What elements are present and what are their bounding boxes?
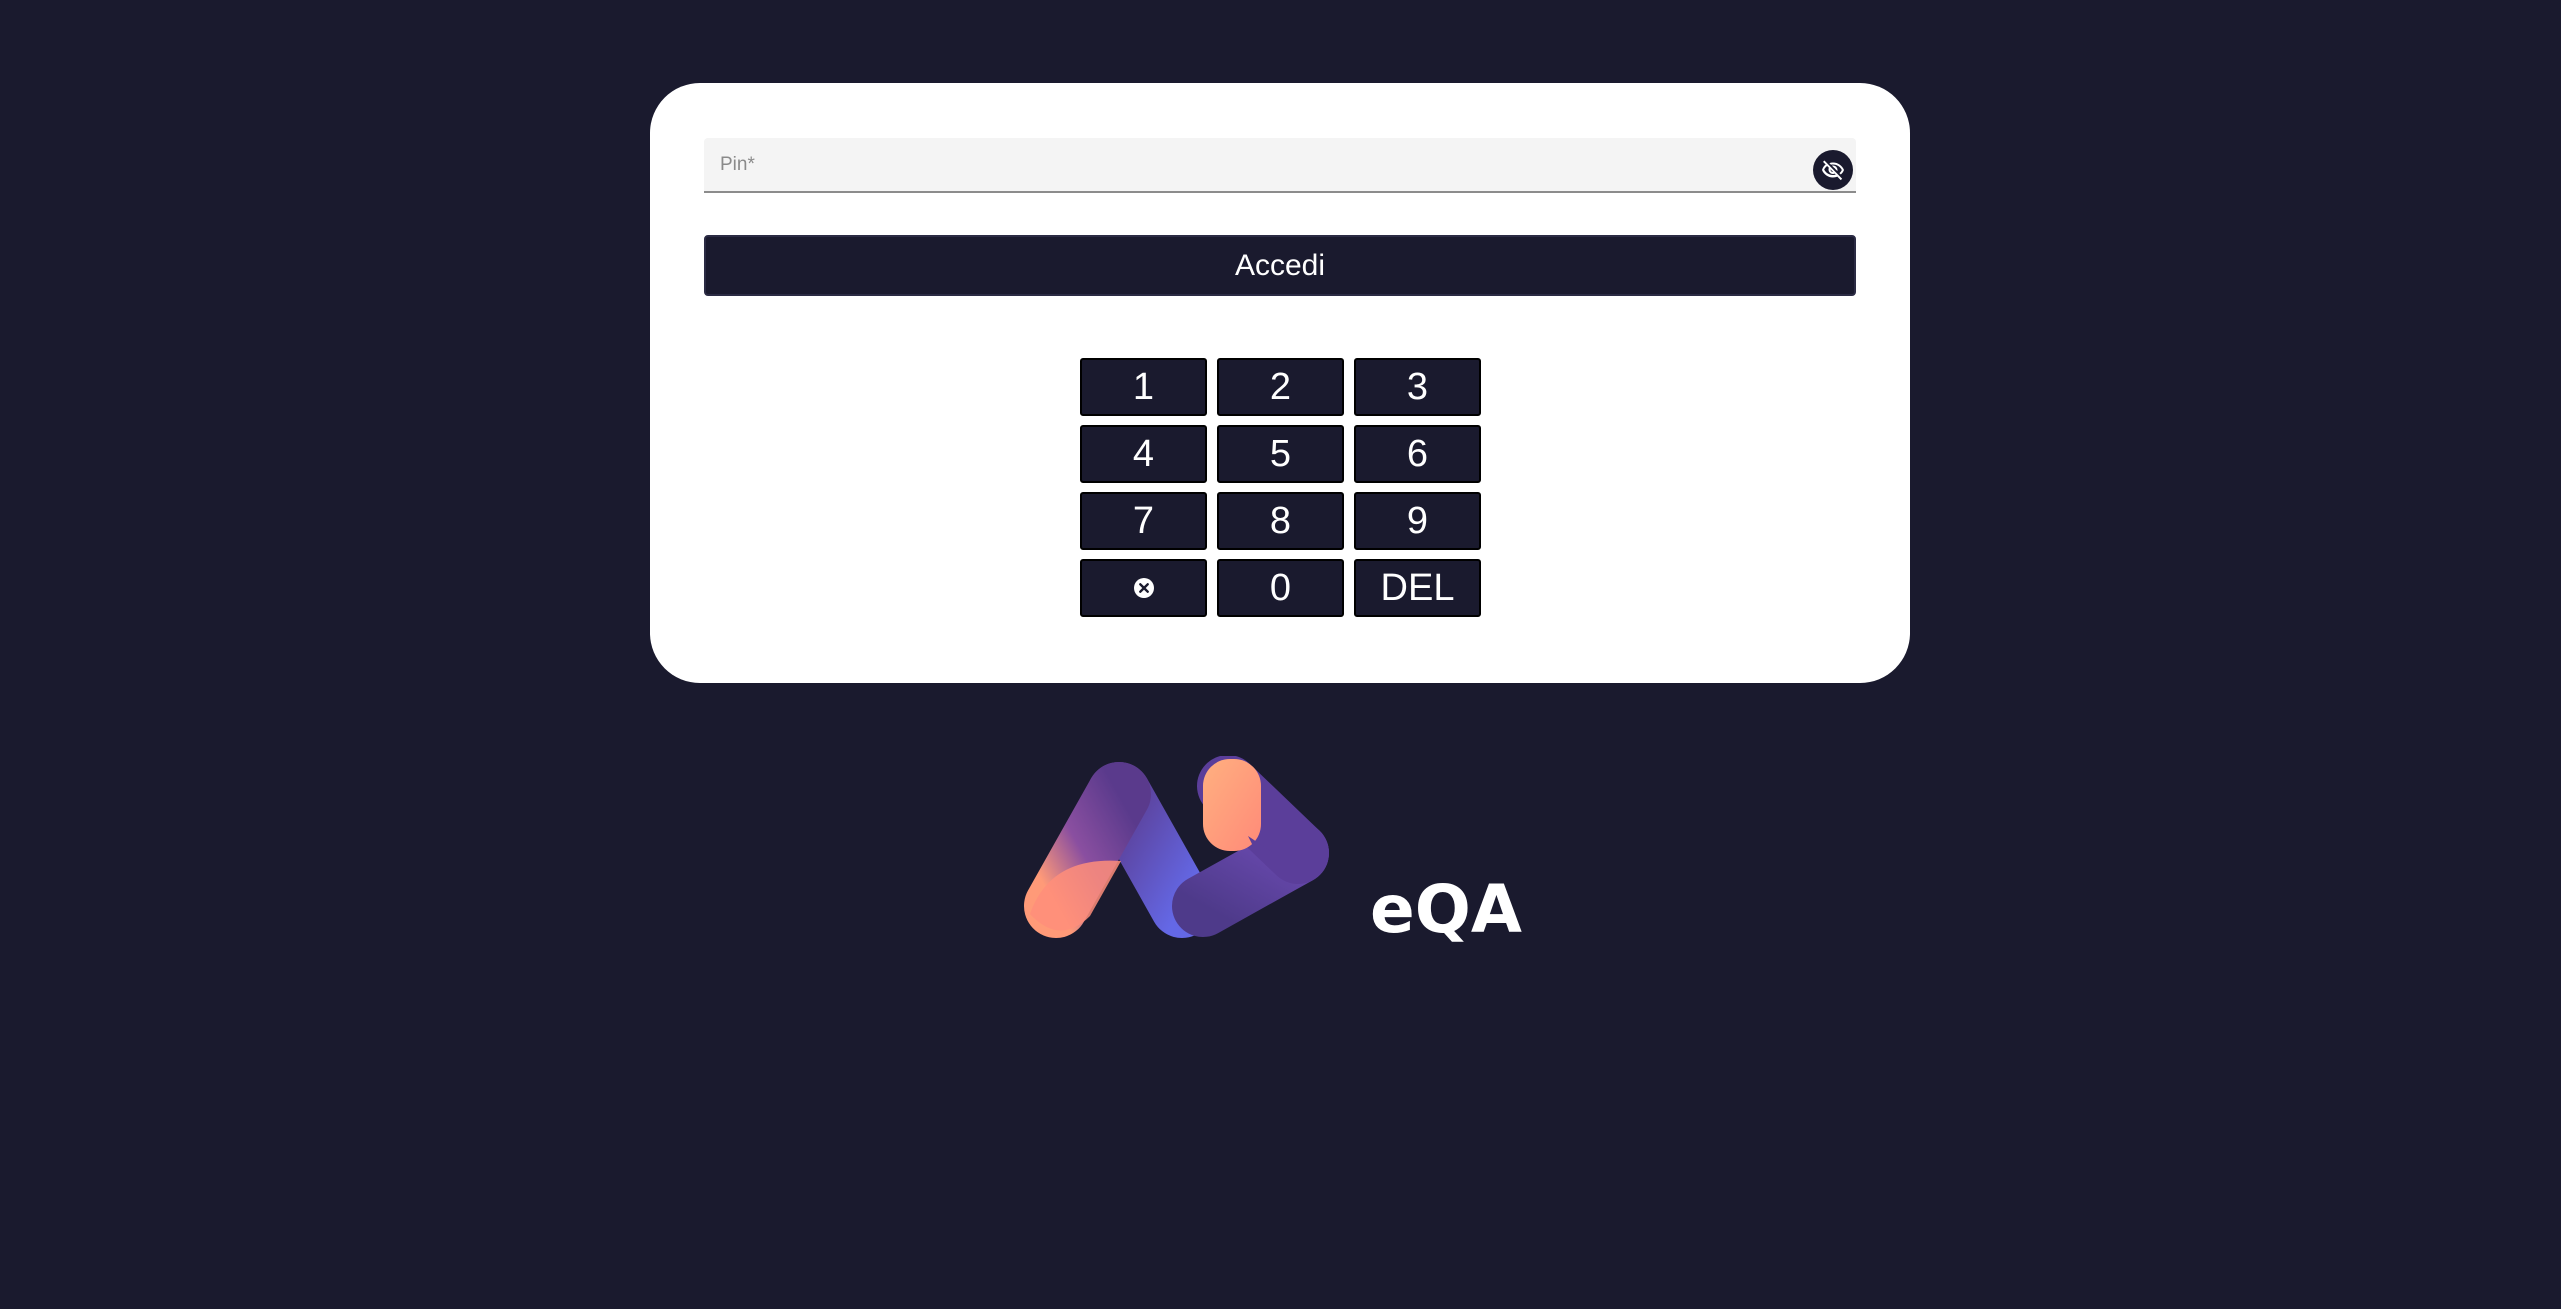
key-4[interactable]: 4	[1080, 425, 1207, 483]
key-1[interactable]: 1	[1080, 358, 1207, 416]
key-8[interactable]: 8	[1217, 492, 1344, 550]
login-card: Accedi 1 2 3 4 5 6 7 8 9 0 DEL	[650, 83, 1910, 683]
key-7[interactable]: 7	[1080, 492, 1207, 550]
key-9[interactable]: 9	[1354, 492, 1481, 550]
key-3[interactable]: 3	[1354, 358, 1481, 416]
key-6[interactable]: 6	[1354, 425, 1481, 483]
key-del[interactable]: DEL	[1354, 559, 1481, 617]
login-button[interactable]: Accedi	[704, 235, 1856, 296]
key-clear[interactable]	[1080, 559, 1207, 617]
key-0[interactable]: 0	[1217, 559, 1344, 617]
clear-circle-icon	[1133, 578, 1154, 598]
key-5[interactable]: 5	[1217, 425, 1344, 483]
pin-field[interactable]	[704, 138, 1856, 193]
key-2[interactable]: 2	[1217, 358, 1344, 416]
login-screen: { "theme": { "background": "#1a1a2e", "c…	[0, 0, 2561, 1309]
logo-wordmark: eQA	[1370, 871, 1522, 946]
logo-b-top-block	[1203, 759, 1261, 851]
eqa-logo: eQA	[1024, 756, 1522, 946]
eye-off-icon	[1822, 160, 1844, 181]
password-visibility-toggle[interactable]	[1813, 150, 1853, 190]
pin-input[interactable]	[704, 138, 1784, 191]
